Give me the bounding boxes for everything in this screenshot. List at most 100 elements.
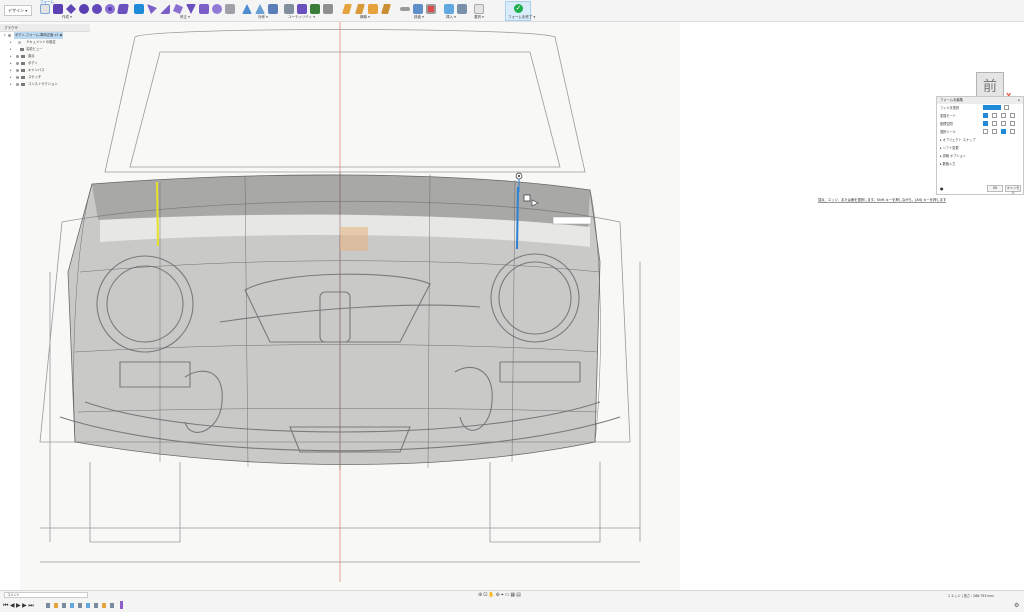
transform-translate-icon[interactable] [992, 113, 997, 118]
browser-item-sketches[interactable]: ▸ スケッチ [0, 74, 90, 81]
timeline-item[interactable] [86, 603, 90, 608]
more-icon[interactable]: ▸ [1018, 97, 1020, 104]
repair-body-icon[interactable] [297, 4, 307, 14]
timeline-settings-gear-icon[interactable]: ⚙ [1014, 602, 1019, 609]
coord-view-icon[interactable] [992, 121, 997, 126]
midplane-icon[interactable] [368, 4, 378, 14]
go-to-start-icon[interactable]: ⏮ [3, 602, 10, 609]
insert-menu[interactable]: 挿入 ▾ [446, 15, 456, 20]
offset-plane-icon[interactable] [342, 4, 352, 14]
timeline-item[interactable] [110, 603, 114, 608]
fill-hole-icon[interactable] [186, 4, 196, 14]
select-grow-icon[interactable] [1001, 129, 1006, 134]
timeline-item[interactable] [94, 603, 98, 608]
transform-scale-icon[interactable] [1010, 113, 1015, 118]
select-loop-icon[interactable] [983, 129, 988, 134]
measure-icon[interactable] [400, 7, 410, 11]
browser-item-root[interactable]: ▾ ボディ-フォーム-車両正面 v2 ◉ [0, 32, 90, 39]
select-menu[interactable]: 選択 ▾ [474, 15, 484, 20]
timeline-item[interactable] [62, 603, 66, 608]
edit-form-icon[interactable] [134, 4, 144, 14]
soft-modification-section[interactable]: ▸ ソフト変更 [937, 144, 1023, 152]
numeric-input-section[interactable]: ▸ 数値入力 [937, 160, 1023, 168]
browser-item-bodies[interactable]: ▸ ボディ [0, 60, 90, 67]
visibility-icon[interactable] [16, 83, 19, 86]
crease-icon[interactable] [225, 4, 235, 14]
advanced-options-section[interactable]: ▸ 詳細 オプション [937, 152, 1023, 160]
make-uniform-icon[interactable] [310, 4, 320, 14]
go-to-end-icon[interactable]: ⏭ [28, 602, 35, 609]
timeline-marker[interactable] [120, 601, 123, 609]
browser-item-document-settings[interactable]: ▸ ドキュメントの設定 [0, 39, 90, 46]
convert-icon[interactable] [323, 4, 333, 14]
filter-vertex-icon[interactable] [1004, 105, 1009, 110]
select-shrink-icon[interactable] [1010, 129, 1015, 134]
coord-local-icon[interactable] [1001, 121, 1006, 126]
transform-rotate-icon[interactable] [1001, 113, 1006, 118]
insert-mesh-icon[interactable] [457, 4, 467, 14]
visibility-icon[interactable] [8, 34, 11, 37]
sphere-icon[interactable] [92, 4, 102, 14]
expand-icon[interactable]: ▸ [10, 74, 12, 81]
plane-at-angle-icon[interactable] [355, 4, 365, 14]
pan-icon[interactable]: ✋ [488, 592, 495, 598]
create-menu[interactable]: 作成 ▾ [62, 15, 72, 20]
construct-menu[interactable]: 構築 ▾ [360, 15, 370, 20]
torus-icon[interactable] [105, 4, 115, 14]
quadball-icon[interactable] [117, 4, 129, 14]
expand-icon[interactable]: ▸ [10, 67, 12, 74]
info-icon[interactable]: ● [940, 186, 944, 191]
viewport-canvas[interactable]: 前 X Z [0, 22, 1024, 590]
ok-button[interactable]: OK [987, 185, 1003, 192]
timeline-item[interactable] [70, 603, 74, 608]
browser-item-named-views[interactable]: ▸ 名前ビュー [0, 46, 90, 53]
mirror-internal-icon[interactable] [242, 4, 252, 14]
coord-screen-icon[interactable] [1010, 121, 1015, 126]
collapse-icon[interactable]: ▾ [4, 32, 6, 39]
axis-icon[interactable] [381, 4, 391, 14]
weld-vertices-icon[interactable] [212, 4, 222, 14]
filter-all-icon[interactable] [983, 105, 1001, 110]
cylinder-icon[interactable] [79, 4, 89, 14]
visibility-icon[interactable] [16, 76, 19, 79]
visibility-icon[interactable] [16, 55, 19, 58]
mirror-duplicate-icon[interactable] [268, 4, 278, 14]
zebra-icon[interactable] [413, 4, 423, 14]
comment-field[interactable]: コメント [4, 592, 88, 598]
symmetry-menu[interactable]: 対称 ▾ [258, 15, 268, 20]
visibility-icon[interactable] [16, 62, 19, 65]
coord-world-icon[interactable] [983, 121, 988, 126]
timeline-item[interactable] [46, 603, 50, 608]
timeline-item[interactable] [102, 603, 106, 608]
select-icon[interactable] [474, 4, 484, 14]
browser-title[interactable]: ブラウザ [0, 24, 90, 32]
circular-internal-icon[interactable] [255, 4, 265, 14]
viewport-settings-icon[interactable]: ▤ [516, 592, 522, 598]
browser-item-construction[interactable]: ▸ コンストラクション [0, 81, 90, 88]
utilities-menu[interactable]: ユーティリティ ▾ [288, 15, 315, 20]
plane-icon[interactable] [66, 4, 76, 14]
expand-icon[interactable]: ▸ [10, 46, 12, 53]
expand-icon[interactable]: ▸ [10, 53, 12, 60]
browser-item-origin[interactable]: ▸ 原点 [0, 53, 90, 60]
browser-item-canvases[interactable]: ▸ キャンバス [0, 67, 90, 74]
transform-multi-icon[interactable] [983, 113, 988, 118]
expand-icon[interactable]: ▸ [10, 39, 12, 46]
insert-edge-icon[interactable] [147, 4, 157, 14]
inspect-menu[interactable]: 検査 ▾ [414, 15, 424, 20]
object-snap-section[interactable]: ▸ オブジェクト スナップ [937, 136, 1023, 144]
timeline-item[interactable] [54, 603, 58, 608]
display-component-colors-icon[interactable] [426, 4, 436, 14]
expand-icon[interactable]: ▸ [10, 81, 12, 88]
subdivide-icon[interactable] [160, 4, 170, 14]
box-icon[interactable] [53, 4, 63, 14]
expand-icon[interactable]: ▸ [10, 60, 12, 67]
finish-form-button[interactable]: ✓ フォームを終了 ▾ [505, 1, 535, 21]
visibility-icon[interactable] [16, 69, 19, 72]
workspace-switcher[interactable]: デザイン ▾ [4, 5, 32, 16]
merge-edge-icon[interactable] [199, 4, 209, 14]
select-ring-icon[interactable] [992, 129, 997, 134]
display-mode-icon[interactable] [284, 4, 294, 14]
cancel-button[interactable]: キャンセル [1005, 185, 1021, 195]
create-sketch-icon[interactable] [40, 4, 50, 14]
